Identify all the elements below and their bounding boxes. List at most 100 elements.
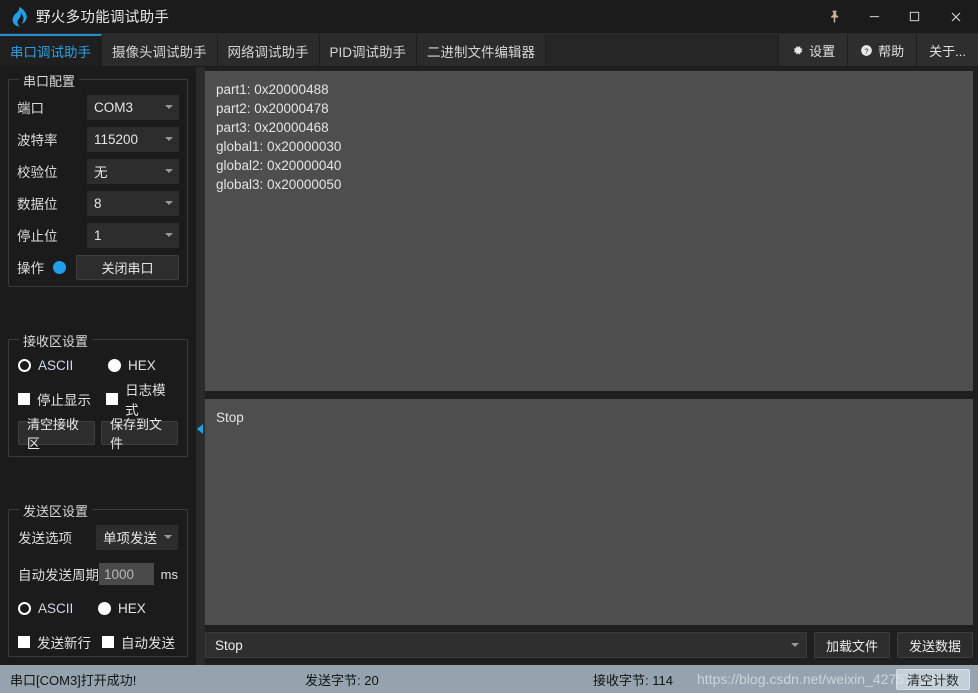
baudrate-select[interactable]: 115200 — [87, 126, 179, 152]
send-format-hex-radio[interactable]: HEX — [98, 601, 146, 616]
send-newline-label: 发送新行 — [37, 636, 91, 651]
stopbits-value: 1 — [94, 227, 102, 243]
received-bytes-counter: 接收字节: 114 — [593, 672, 673, 688]
tab-binary-file-editor[interactable]: 二进制文件编辑器 — [417, 34, 547, 66]
receive-ascii-label: ASCII — [38, 357, 74, 373]
receive-settings-group: 接收区设置 ASCII HEX 停止显示 日志模式 清空接收区 保存到文件 — [8, 331, 188, 457]
log-mode-checkbox[interactable]: 日志模式 — [106, 379, 178, 419]
close-port-button[interactable]: 关闭串口 — [76, 254, 179, 280]
chevron-down-icon — [165, 201, 173, 205]
clear-count-label: 清空计数 — [906, 673, 959, 688]
flame-icon — [0, 6, 36, 27]
stopbits-select[interactable]: 1 — [87, 222, 179, 248]
chevron-down-icon — [164, 535, 172, 539]
baudrate-value: 115200 — [94, 131, 139, 147]
stopbits-row: 停止位 1 — [17, 222, 179, 248]
radio-unselected-icon — [98, 601, 111, 615]
save-to-file-button[interactable]: 保存到文件 — [101, 417, 178, 451]
port-status-indicator — [53, 260, 66, 274]
chevron-down-icon — [165, 169, 173, 173]
clear-receive-button[interactable]: 清空接收区 — [18, 417, 95, 451]
status-message: 串口[COM3]打开成功! — [10, 672, 137, 688]
auto-period-row: 自动发送周期 1000 ms — [18, 561, 178, 587]
auto-send-label: 自动发送 — [121, 636, 175, 651]
gear-icon — [791, 44, 804, 57]
tab-label: 串口调试助手 — [10, 45, 91, 60]
receive-buttons-row: 清空接收区 保存到文件 — [18, 417, 178, 451]
status-bar: 串口[COM3]打开成功! 发送字节: 20 接收字节: 114 https:/… — [0, 665, 978, 693]
send-newline-checkbox[interactable]: 发送新行 — [18, 632, 102, 652]
sidebar: 串口配置 端口 COM3 波特率 115200 校验位 无 数据位 8 停止位 … — [0, 67, 196, 665]
send-data-button[interactable]: 发送数据 — [896, 632, 973, 658]
maximize-icon[interactable] — [894, 0, 934, 34]
close-icon[interactable] — [934, 0, 978, 34]
clear-count-button[interactable]: 清空计数 — [895, 669, 970, 690]
operation-row: 操作 关闭串口 — [17, 254, 179, 280]
send-textarea[interactable]: Stop — [205, 399, 973, 625]
body: 串口配置 端口 COM3 波特率 115200 校验位 无 数据位 8 停止位 … — [0, 67, 978, 665]
databits-label: 数据位 — [17, 197, 58, 212]
send-option-label: 发送选项 — [18, 531, 72, 546]
stopbits-label: 停止位 — [17, 229, 58, 244]
auto-period-value: 1000 — [104, 566, 135, 582]
receive-checkbox-row: 停止显示 日志模式 — [18, 383, 178, 418]
receive-settings-title: 接收区设置 — [19, 331, 93, 350]
save-to-file-label: 保存到文件 — [110, 417, 163, 451]
send-checkbox-row: 发送新行 自动发送 — [18, 631, 178, 653]
port-row: 端口 COM3 — [17, 94, 179, 120]
operation-label: 操作 — [17, 261, 44, 276]
tab-serial-assistant[interactable]: 串口调试助手 — [0, 34, 102, 66]
chevron-down-icon — [790, 643, 799, 647]
load-file-button[interactable]: 加载文件 — [813, 632, 890, 658]
receive-format-hex-radio[interactable]: HEX — [108, 358, 156, 373]
settings-button[interactable]: 设置 — [778, 34, 848, 66]
auto-period-label: 自动发送周期 — [18, 568, 99, 583]
databits-value: 8 — [94, 195, 102, 211]
port-select[interactable]: COM3 — [87, 94, 179, 120]
receive-format-ascii-radio[interactable]: ASCII — [18, 358, 108, 373]
minimize-icon[interactable] — [854, 0, 894, 34]
tab-label: 网络调试助手 — [227, 45, 309, 60]
send-format-ascii-radio[interactable]: ASCII — [18, 601, 98, 616]
stop-display-checkbox[interactable]: 停止显示 — [18, 389, 106, 409]
serial-config-title: 串口配置 — [19, 71, 80, 90]
auto-period-unit: ms — [160, 566, 178, 582]
send-history-combo[interactable]: Stop — [205, 632, 807, 658]
send-option-select[interactable]: 单项发送 — [96, 524, 178, 550]
pin-icon[interactable] — [814, 0, 854, 34]
parity-select[interactable]: 无 — [87, 158, 179, 184]
tab-pid-assistant[interactable]: PID调试助手 — [319, 34, 418, 66]
receive-textarea[interactable]: part1: 0x20000488 part2: 0x20000478 part… — [205, 71, 973, 391]
databits-row: 数据位 8 — [17, 190, 179, 216]
parity-row: 校验位 无 — [17, 158, 179, 184]
radio-selected-icon — [18, 358, 31, 372]
title-bar: 野火多功能调试助手 — [0, 0, 978, 34]
settings-label: 设置 — [809, 43, 836, 59]
main-panel: part1: 0x20000488 part2: 0x20000478 part… — [205, 67, 978, 665]
help-button[interactable]: ? 帮助 — [847, 34, 917, 66]
send-format-row: ASCII HEX — [18, 597, 178, 619]
databits-select[interactable]: 8 — [87, 190, 179, 216]
svg-text:?: ? — [865, 46, 869, 55]
tab-camera-assistant[interactable]: 摄像头调试助手 — [102, 34, 218, 66]
checkbox-icon — [18, 636, 30, 648]
about-button[interactable]: 关于... — [916, 34, 978, 66]
splitter-collapse-handle-icon[interactable] — [197, 424, 203, 434]
load-file-label: 加载文件 — [825, 638, 878, 654]
auto-send-checkbox[interactable]: 自动发送 — [102, 632, 175, 652]
send-settings-group: 发送区设置 发送选项 单项发送 自动发送周期 1000 ms ASCII HEX… — [8, 501, 188, 657]
checkbox-icon — [106, 393, 119, 405]
send-option-value: 单项发送 — [103, 531, 157, 546]
sent-bytes-counter: 发送字节: 20 — [305, 672, 379, 688]
log-mode-label: 日志模式 — [125, 383, 166, 418]
tab-label: PID调试助手 — [329, 45, 407, 60]
tab-network-assistant[interactable]: 网络调试助手 — [217, 34, 320, 66]
auto-period-input[interactable]: 1000 — [99, 563, 154, 585]
panel-splitter[interactable] — [196, 67, 205, 665]
about-label: 关于... — [929, 43, 966, 59]
chevron-down-icon — [165, 105, 173, 109]
stop-display-label: 停止显示 — [37, 393, 91, 408]
receive-format-row: ASCII HEX — [18, 354, 178, 376]
send-option-row: 发送选项 单项发送 — [18, 524, 178, 550]
send-bar: Stop 加载文件 发送数据 — [205, 625, 973, 665]
